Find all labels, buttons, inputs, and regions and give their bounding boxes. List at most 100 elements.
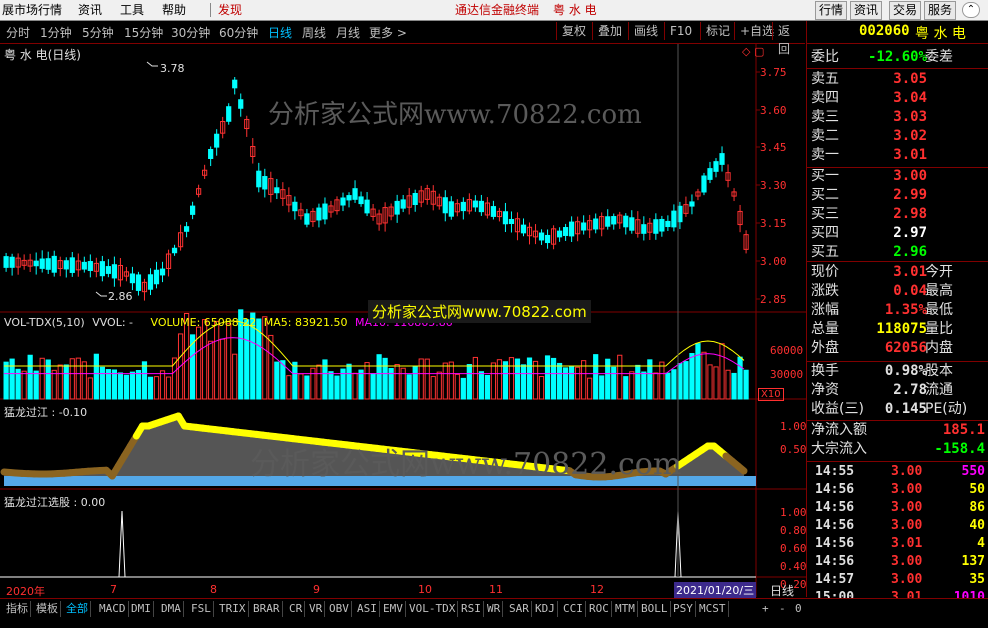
quote-button[interactable]: 行情 xyxy=(815,1,847,20)
volume-bar xyxy=(690,354,694,399)
buy-level-5: 买五2.96 xyxy=(811,243,988,262)
period-weekly[interactable]: 周线 xyxy=(302,24,326,41)
buy-level-3-label: 买三 xyxy=(811,205,839,224)
tab-vol-tdx[interactable]: VOL-TDX xyxy=(407,601,458,617)
tab-rsi[interactable]: RSI xyxy=(459,601,484,617)
volume-bar xyxy=(660,362,664,399)
collapse-icon[interactable]: ⌃ xyxy=(962,2,980,18)
news-button[interactable]: 资讯 xyxy=(850,1,882,20)
candle-body xyxy=(100,262,104,276)
tab-brar[interactable]: BRAR xyxy=(251,601,283,617)
tab-psy[interactable]: PSY xyxy=(671,601,696,617)
period-intraday[interactable]: 分时 xyxy=(6,24,30,41)
volume-bar xyxy=(455,374,459,399)
fundamental-row-label: 换手 xyxy=(811,362,839,381)
period-5min[interactable]: 5分钟 xyxy=(82,24,114,41)
tab-asi[interactable]: ASI xyxy=(355,601,380,617)
period-60min[interactable]: 60分钟 xyxy=(219,24,258,41)
trade-button[interactable]: 交易 xyxy=(889,1,921,20)
volume-bar xyxy=(612,367,616,399)
period-15min[interactable]: 15分钟 xyxy=(124,24,163,41)
price-tick: 3.00 xyxy=(760,255,787,268)
back-button[interactable]: 返回 xyxy=(772,22,805,40)
buy-level-4: 买四2.97 xyxy=(811,224,988,243)
tab-indicators[interactable]: 指标 xyxy=(4,601,31,617)
vvol-value: VVOL: - xyxy=(92,316,133,329)
tab-all[interactable]: 全部 xyxy=(64,601,91,617)
tab-fsl[interactable]: FSL xyxy=(189,601,214,617)
zoom-out-button[interactable]: - xyxy=(777,601,788,617)
diamond-icon[interactable]: ◇ xyxy=(742,45,750,58)
tab-emv[interactable]: EMV xyxy=(381,601,406,617)
period-more[interactable]: 更多 > xyxy=(369,24,407,41)
period-1min[interactable]: 1分钟 xyxy=(40,24,72,41)
tab-cci[interactable]: CCI xyxy=(561,601,586,617)
menu-help[interactable]: 帮助 xyxy=(162,2,186,18)
sell-level-5-value: 3.05 xyxy=(893,70,927,89)
sell-level-5: 卖五3.05 xyxy=(811,70,988,89)
price-tick: 3.45 xyxy=(760,141,787,154)
menu-discover[interactable]: 发现 xyxy=(218,2,242,18)
volume-bar xyxy=(425,359,429,399)
tab-trix[interactable]: TRIX xyxy=(217,601,249,617)
f10-button[interactable]: F10 xyxy=(664,22,697,40)
menu-market[interactable]: 展市场行情 xyxy=(2,2,62,18)
tab-boll[interactable]: BOLL xyxy=(639,601,671,617)
tab-vr[interactable]: VR xyxy=(307,601,325,617)
volume-bar xyxy=(449,362,453,399)
adjust-button[interactable]: 复权 xyxy=(556,22,591,40)
candle-body xyxy=(720,154,724,165)
stock-title: 粤 水 电 xyxy=(553,2,597,18)
tab-dmi[interactable]: DMI xyxy=(129,601,154,617)
tab-wr[interactable]: WR xyxy=(485,601,503,617)
volume-bar xyxy=(305,376,309,399)
tick-row: 14:563.0050 xyxy=(811,481,988,499)
tab-macd[interactable]: MACD xyxy=(97,601,129,617)
tab-obv[interactable]: OBV xyxy=(327,601,352,617)
overlay-button[interactable]: 叠加 xyxy=(592,22,627,40)
draw-button[interactable]: 画线 xyxy=(628,22,663,40)
menu-separator xyxy=(210,3,211,17)
tick-volume: 137 xyxy=(962,553,985,571)
buy-level-1: 买一3.00 xyxy=(811,167,988,186)
period-daily[interactable]: 日线 xyxy=(268,24,292,41)
volume-bar xyxy=(335,376,339,399)
chart-area[interactable]: 粤 水 电(日线) ◇ ▢ 3.78 2.86 3.75 3.60 3.45 3… xyxy=(0,44,806,597)
buy-level-2-value: 2.99 xyxy=(893,186,927,205)
menu-tools[interactable]: 工具 xyxy=(120,2,144,18)
period-indicator: 日线 xyxy=(770,582,794,599)
volume-bar xyxy=(329,372,333,399)
volume-bar xyxy=(570,367,574,399)
volume-bar xyxy=(564,368,568,399)
indicator2-tick: 0.40 xyxy=(780,560,807,573)
volume-bar xyxy=(359,370,363,399)
candle-body xyxy=(154,270,158,284)
period-monthly[interactable]: 月线 xyxy=(336,24,360,41)
tab-kdj[interactable]: KDJ xyxy=(533,601,558,617)
volume-bar xyxy=(221,339,225,399)
tab-mtm[interactable]: MTM xyxy=(613,601,638,617)
candle-body xyxy=(666,221,670,226)
zoom-in-button[interactable]: + xyxy=(760,601,771,617)
window-icon[interactable]: ▢ xyxy=(754,45,764,58)
volume-bar xyxy=(708,365,712,399)
tab-templates[interactable]: 模板 xyxy=(34,601,61,617)
tab-sar[interactable]: SAR xyxy=(507,601,532,617)
candle-body xyxy=(642,225,646,234)
tab-dma[interactable]: DMA xyxy=(159,601,184,617)
tab-mcst[interactable]: MCST xyxy=(697,601,729,617)
candle-body xyxy=(239,100,243,109)
tab-roc[interactable]: ROC xyxy=(587,601,612,617)
tab-cr[interactable]: CR xyxy=(287,601,305,617)
mark-button[interactable]: 标记 xyxy=(700,22,735,40)
tick-price: 3.00 xyxy=(891,481,922,499)
fund-flow-row: 大宗流入-158.4 xyxy=(811,440,988,459)
volume-bar xyxy=(160,371,164,399)
service-button[interactable]: 服务 xyxy=(924,1,956,20)
period-30min[interactable]: 30分钟 xyxy=(171,24,210,41)
menu-news[interactable]: 资讯 xyxy=(78,2,102,18)
volume-bar xyxy=(443,363,447,399)
candle-body xyxy=(473,201,477,207)
reset-button[interactable]: 0 xyxy=(793,601,804,617)
sell-level-2-label: 卖二 xyxy=(811,127,839,146)
